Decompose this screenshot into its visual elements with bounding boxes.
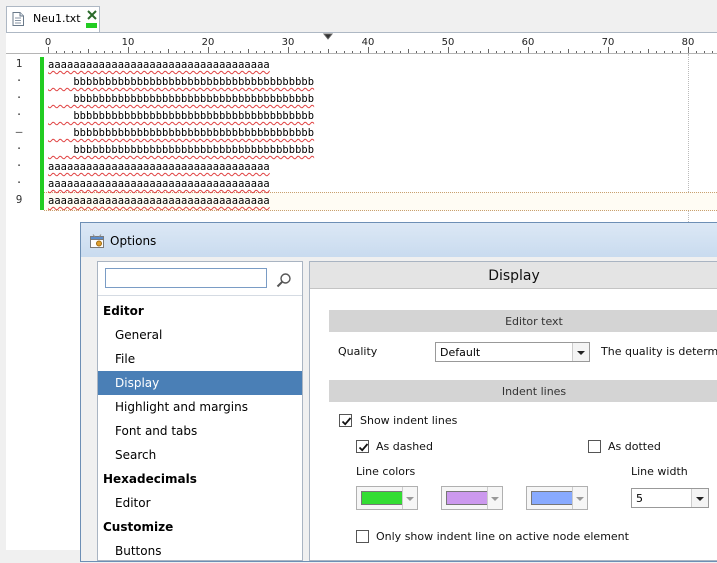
- code-line: bbbbbbbbbbbbbbbbbbbbbbbbbbbbbbbbbbbbbb: [48, 144, 315, 156]
- only-active-node-checkbox[interactable]: [356, 530, 369, 543]
- color-swatch: [531, 491, 573, 505]
- dialog-title-bar[interactable]: Options: [81, 223, 717, 257]
- line-number: –: [15, 125, 23, 138]
- code-line: aaaaaaaaaaaaaaaaaaaaaaaaaaaaaaaaaaa: [48, 161, 270, 173]
- line-colors-label: Line colors: [356, 465, 416, 478]
- ruler-label: 50: [441, 37, 455, 48]
- line-color-3-picker[interactable]: [526, 486, 588, 510]
- section-title: Editor text: [505, 315, 563, 328]
- line-number: ·: [15, 176, 23, 189]
- panel-header: Display: [310, 262, 717, 289]
- code-line: aaaaaaaaaaaaaaaaaaaaaaaaaaaaaaaaaaa: [48, 59, 270, 71]
- line-number: ·: [15, 74, 23, 87]
- nav-group-editor[interactable]: Editor: [98, 299, 302, 323]
- line-number: 9: [15, 193, 23, 206]
- ruler-label: 70: [601, 37, 615, 48]
- search-icon[interactable]: [276, 272, 292, 288]
- code-line: bbbbbbbbbbbbbbbbbbbbbbbbbbbbbbbbbbbbbb: [48, 76, 315, 88]
- chevron-down-icon: [572, 343, 589, 361]
- nav-divider: [98, 295, 302, 296]
- column-ruler: 0 10 20 30 40 50 60 70 80: [6, 33, 717, 54]
- quality-value: Default: [440, 346, 481, 359]
- as-dotted-checkbox[interactable]: [588, 440, 601, 453]
- checkmark-icon: [341, 417, 352, 426]
- show-indent-lines-checkbox[interactable]: [339, 414, 352, 427]
- ruler-label: 60: [521, 37, 535, 48]
- ruler-label: 10: [121, 37, 135, 48]
- nav-item-display[interactable]: Display: [98, 371, 302, 395]
- color-swatch: [361, 491, 403, 505]
- line-color-2-picker[interactable]: [441, 486, 503, 510]
- nav-item-file[interactable]: File: [98, 347, 302, 371]
- line-number: ·: [15, 159, 23, 172]
- section-indent-lines: Indent lines: [329, 380, 717, 402]
- color-swatch: [446, 491, 488, 505]
- quality-label: Quality: [338, 345, 378, 358]
- line-color-1-picker[interactable]: [356, 486, 418, 510]
- ruler-column-marker: [322, 33, 334, 40]
- only-active-node-label: Only show indent line on active node ele…: [376, 530, 629, 543]
- checkmark-icon: [358, 443, 369, 452]
- section-title: Indent lines: [501, 385, 567, 398]
- section-editor-text: Editor text: [329, 310, 717, 332]
- ruler-label: 0: [44, 37, 52, 48]
- options-dialog: Options Editor General File Display Highligh…: [80, 222, 717, 562]
- nav-item-buttons[interactable]: Buttons: [98, 539, 302, 563]
- chevron-down-icon: [572, 487, 587, 509]
- line-number: ·: [15, 142, 23, 155]
- change-marker-bar: [40, 57, 44, 210]
- tab-title: Neu1.txt: [33, 12, 81, 25]
- display-settings-panel: Display Editor text Quality Default The …: [309, 261, 717, 561]
- code-line: aaaaaaaaaaaaaaaaaaaaaaaaaaaaaaaaaaa: [48, 195, 270, 207]
- close-tab-icon[interactable]: [86, 9, 98, 21]
- chevron-down-icon: [691, 489, 708, 507]
- nav-group-hexadecimals[interactable]: Hexadecimals: [98, 467, 302, 491]
- quality-hint: The quality is determined: [601, 345, 717, 358]
- code-line: bbbbbbbbbbbbbbbbbbbbbbbbbbbbbbbbbbbbbb: [48, 110, 315, 122]
- nav-group-customize[interactable]: Customize: [98, 515, 302, 539]
- options-app-icon: [90, 234, 104, 248]
- nav-item-search[interactable]: Search: [98, 443, 302, 467]
- nav-item-editor[interactable]: Editor: [98, 491, 302, 515]
- line-width-label: Line width: [631, 465, 688, 478]
- as-dashed-checkbox[interactable]: [356, 440, 369, 453]
- ruler-label: 40: [361, 37, 375, 48]
- modified-indicator: [86, 23, 97, 28]
- show-indent-lines-label: Show indent lines: [360, 414, 458, 427]
- options-search-input[interactable]: [105, 268, 267, 288]
- file-tab[interactable]: Neu1.txt: [6, 6, 100, 32]
- dialog-title: Options: [110, 234, 157, 248]
- tab-strip: Neu1.txt: [0, 0, 717, 32]
- line-width-select[interactable]: 5: [631, 488, 709, 508]
- line-number: ·: [15, 91, 23, 104]
- as-dotted-label: As dotted: [608, 440, 661, 453]
- ruler-label: 80: [681, 37, 695, 48]
- ruler-label: 30: [281, 37, 295, 48]
- line-number-gutter: 1 · · · – · · · 9: [6, 54, 40, 550]
- quality-select[interactable]: Default: [435, 342, 590, 362]
- code-line: bbbbbbbbbbbbbbbbbbbbbbbbbbbbbbbbbbbbbb: [48, 93, 315, 105]
- nav-item-highlight-and-margins[interactable]: Highlight and margins: [98, 395, 302, 419]
- nav-item-font-and-tabs[interactable]: Font and tabs: [98, 419, 302, 443]
- chevron-down-icon: [487, 487, 502, 509]
- text-file-icon: [12, 12, 24, 26]
- panel-title: Display: [488, 268, 540, 284]
- line-width-value: 5: [636, 492, 643, 505]
- code-line: aaaaaaaaaaaaaaaaaaaaaaaaaaaaaaaaaaa: [48, 178, 270, 190]
- line-number: ·: [15, 108, 23, 121]
- chevron-down-icon: [402, 487, 417, 509]
- options-nav-tree: Editor General File Display Highlight and ma…: [97, 261, 303, 561]
- code-line: bbbbbbbbbbbbbbbbbbbbbbbbbbbbbbbbbbbbbb: [48, 127, 315, 139]
- as-dashed-label: As dashed: [376, 440, 433, 453]
- line-number: 1: [15, 57, 23, 70]
- ruler-label: 20: [201, 37, 215, 48]
- nav-item-general[interactable]: General: [98, 323, 302, 347]
